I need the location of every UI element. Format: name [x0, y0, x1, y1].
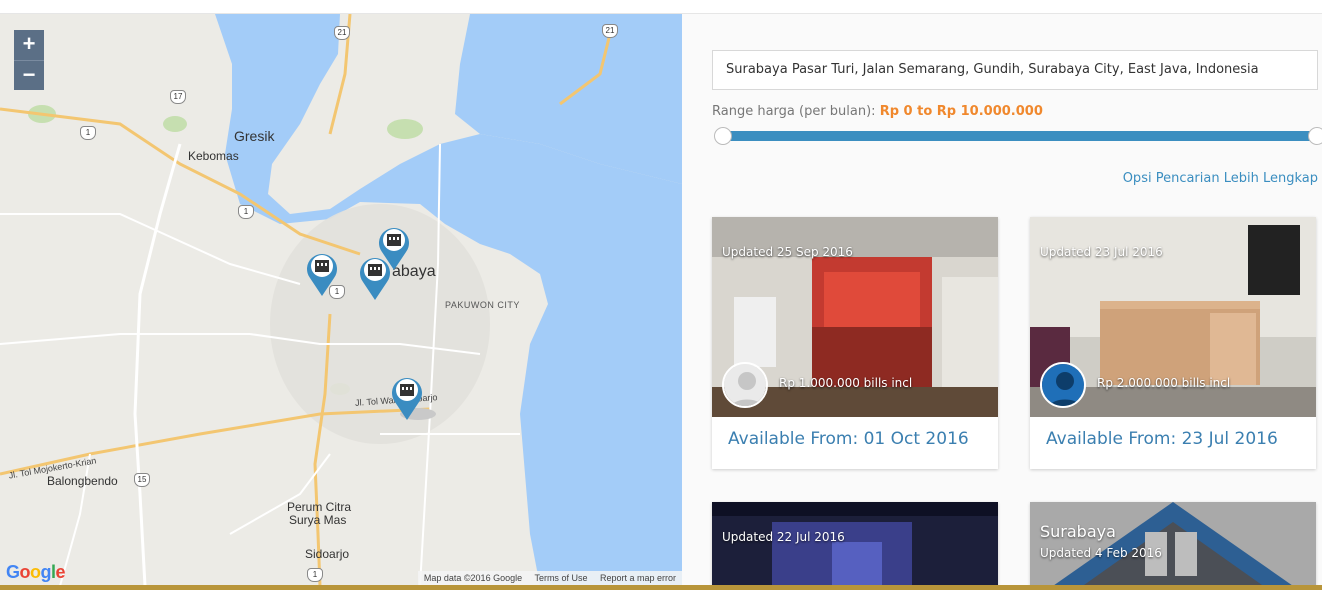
map-data-text: Map data ©2016 Google: [423, 573, 523, 583]
route-shield: 15: [134, 473, 150, 487]
available-from[interactable]: Available From: 01 Oct 2016: [712, 417, 998, 469]
location-search-input[interactable]: Surabaya Pasar Turi, Jalan Semarang, Gun…: [712, 50, 1318, 90]
listing-price: Rp 1.000.000 bills incl: [779, 376, 913, 390]
zoom-controls: + −: [14, 30, 44, 90]
route-shield: 1: [307, 568, 323, 582]
map-pin-icon[interactable]: [304, 250, 340, 298]
map-label-gresik: Gresik: [234, 128, 275, 144]
google-logo: Google: [6, 562, 66, 582]
map-label-kebomas: Kebomas: [188, 149, 239, 163]
avatar: [722, 362, 768, 408]
listing-photo[interactable]: Updated 25 Sep 2016 Rp 1.000.000 bills i…: [712, 217, 998, 417]
terms-link[interactable]: Terms of Use: [534, 573, 587, 583]
price-range-value: Rp 0 to Rp 10.000.000: [879, 104, 1043, 119]
updated-date: Updated 22 Jul 2016: [722, 530, 845, 544]
more-search-options-link[interactable]: Opsi Pencarian Lebih Lengkap: [1123, 171, 1318, 186]
listing-photo[interactable]: Updated 22 Jul 2016: [712, 502, 998, 585]
map-label-pakuwon: PAKUWON CITY: [445, 300, 520, 310]
updated-date: Updated 4 Feb 2016: [1040, 546, 1162, 560]
updated-date: Updated 25 Sep 2016: [722, 245, 853, 259]
map-label-perum: Perum Citra: [287, 500, 352, 514]
listing-card[interactable]: Updated 23 Jul 2016 Rp 2.000.000 bills i…: [1030, 217, 1316, 469]
zoom-out-button[interactable]: −: [14, 60, 44, 90]
map-pin-icon[interactable]: [389, 374, 425, 422]
price-range-caption: Range harga (per bulan):: [712, 104, 880, 119]
listing-city: Surabaya: [1040, 522, 1116, 541]
route-shield: 21: [334, 26, 350, 40]
listing-card[interactable]: Updated 25 Sep 2016 Rp 1.000.000 bills i…: [712, 217, 998, 469]
price-range-label: Range harga (per bulan): Rp 0 to Rp 10.0…: [712, 104, 1043, 119]
avatar: [1040, 362, 1086, 408]
slider-max-handle[interactable]: [1308, 127, 1322, 145]
listing-photo[interactable]: Updated 23 Jul 2016 Rp 2.000.000 bills i…: [1030, 217, 1316, 417]
bottom-bar: [0, 585, 1322, 590]
search-panel: Surabaya Pasar Turi, Jalan Semarang, Gun…: [682, 14, 1322, 585]
map-attribution: Map data ©2016 Google Terms of Use Repor…: [417, 571, 682, 586]
top-bar: [0, 0, 1322, 14]
route-shield: 1: [80, 126, 96, 140]
listing-photo[interactable]: Surabaya Updated 4 Feb 2016: [1030, 502, 1316, 585]
price-range-slider[interactable]: [720, 131, 1322, 141]
listing-card[interactable]: Updated 22 Jul 2016: [712, 502, 998, 585]
listing-card[interactable]: Surabaya Updated 4 Feb 2016: [1030, 502, 1316, 585]
zoom-in-button[interactable]: +: [14, 30, 44, 60]
route-shield: 1: [238, 205, 254, 219]
map[interactable]: + − 21 21 17 1 1 1 15 1 Gresik Kebomas a…: [0, 14, 682, 586]
map-label-surya: Surya Mas: [289, 513, 347, 527]
house-placeholder-icon: [1030, 502, 1316, 585]
report-error-link[interactable]: Report a map error: [600, 573, 676, 583]
map-label-sidoarjo: Sidoarjo: [305, 547, 350, 561]
route-shield: 21: [602, 24, 618, 38]
slider-min-handle[interactable]: [714, 127, 732, 145]
map-pin-icon[interactable]: [357, 254, 393, 302]
route-shield: 17: [170, 90, 186, 104]
map-label-balongbendo: Balongbendo: [47, 474, 118, 488]
updated-date: Updated 23 Jul 2016: [1040, 245, 1163, 259]
listing-price: Rp 2.000.000 bills incl: [1097, 376, 1231, 390]
available-from[interactable]: Available From: 23 Jul 2016: [1030, 417, 1316, 469]
